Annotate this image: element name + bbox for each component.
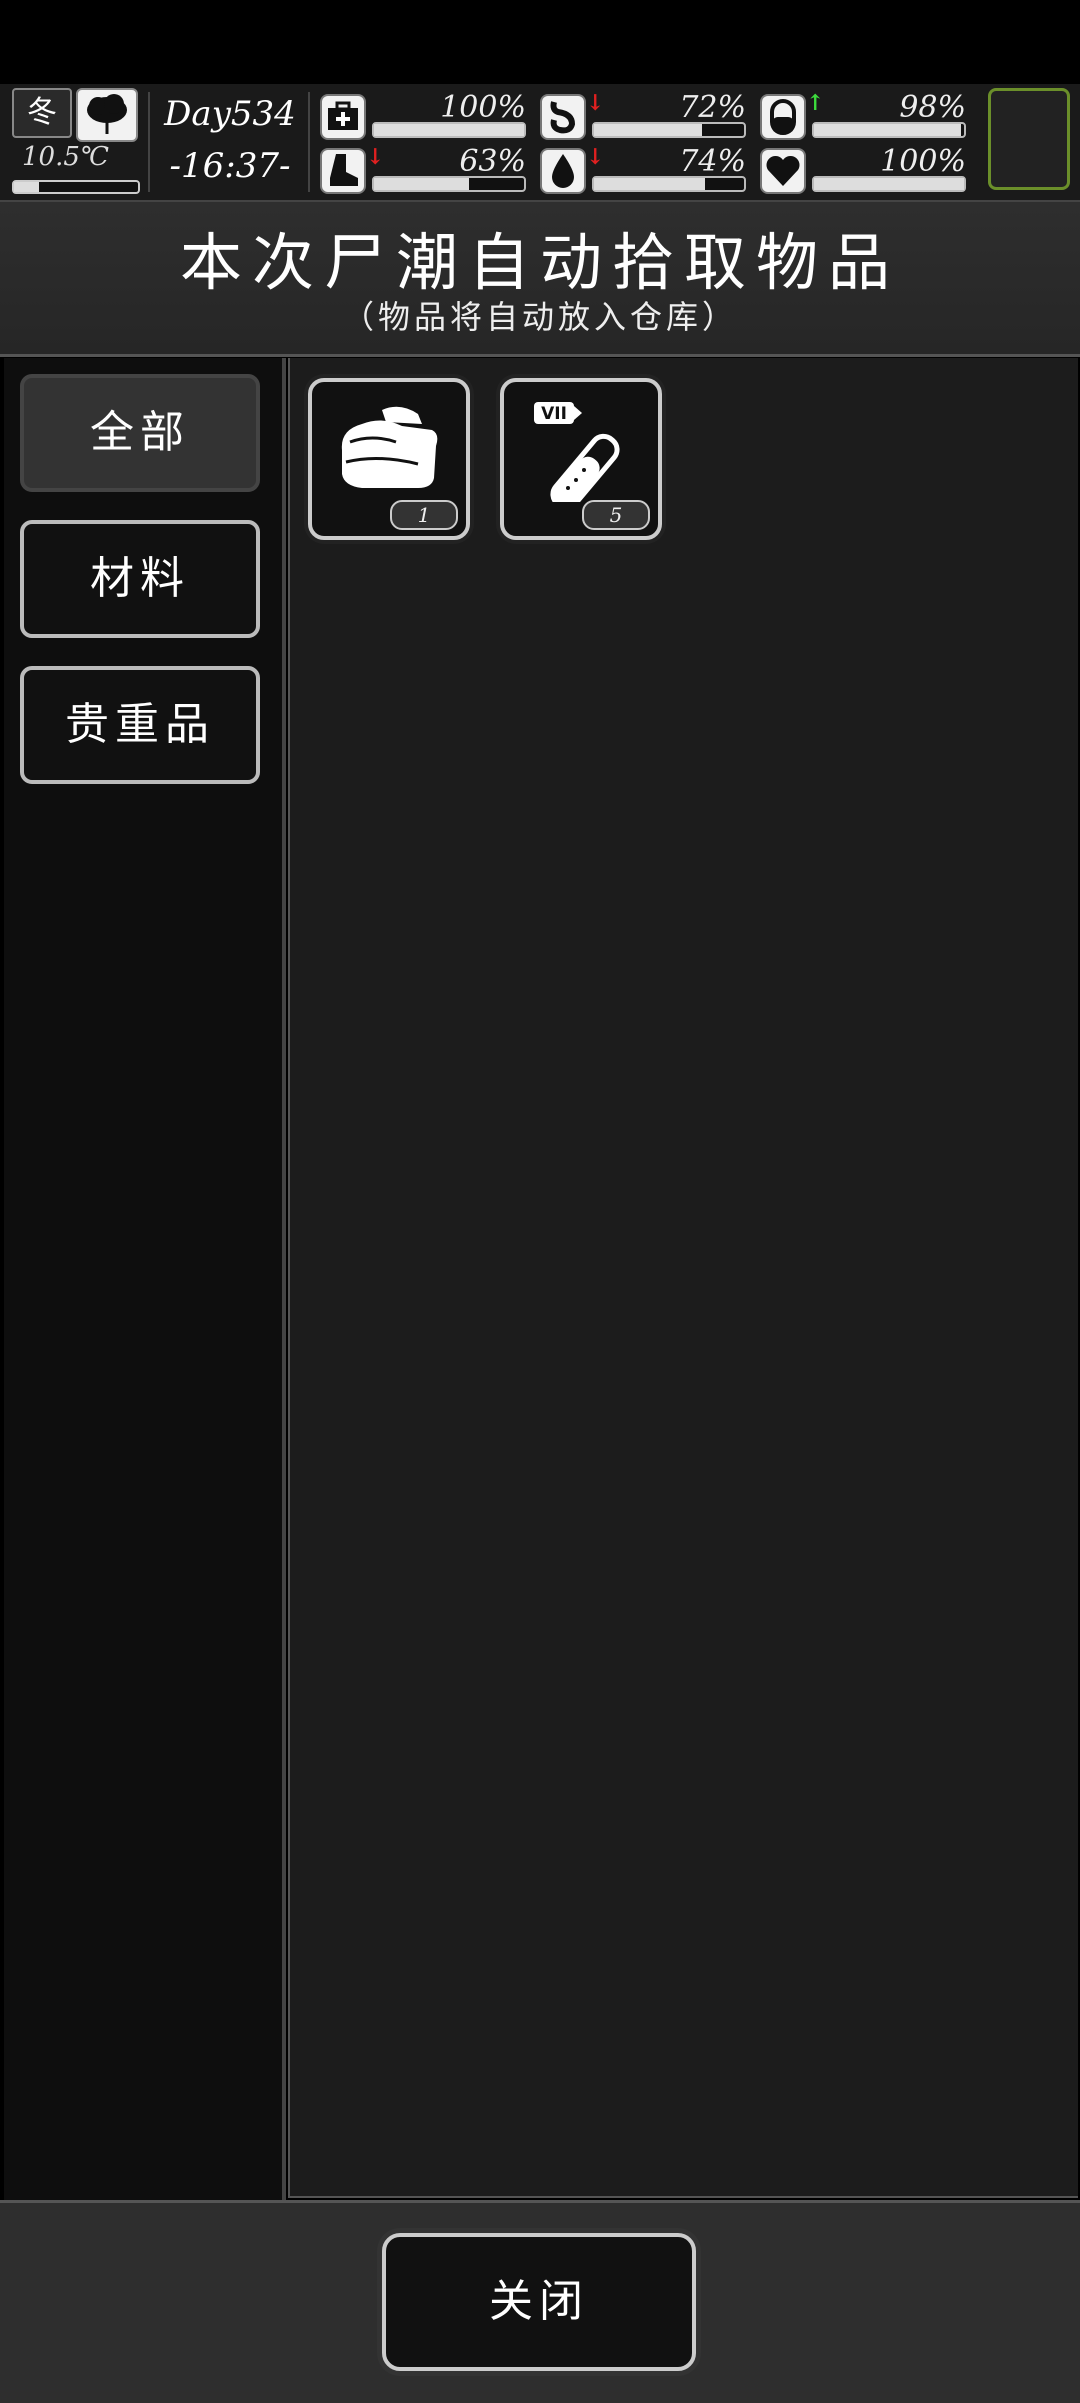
season-indicator: 冬 <box>12 88 72 138</box>
status-bar: 冬 10.5℃ Day534 -16:37- 100% ↓ 72% ↑ 98% … <box>0 84 1080 202</box>
heart-icon <box>760 148 806 194</box>
stat-value: 100% <box>440 90 526 125</box>
day-counter: Day534 <box>164 94 296 134</box>
item-tag: VII <box>541 404 567 424</box>
item-count-badge: 5 <box>582 500 650 530</box>
pill-icon <box>760 94 806 140</box>
stat-mood: 100% <box>760 144 970 196</box>
stat-stamina: ↓ 63% <box>320 144 530 196</box>
stat-value: 72% <box>679 90 746 125</box>
cloud-icon <box>76 88 138 142</box>
tab-materials[interactable]: 材料 <box>20 520 260 638</box>
item-count-badge: 1 <box>390 500 458 530</box>
stomach-icon <box>540 94 586 140</box>
category-sidebar: 全部 材料 贵重品 <box>4 358 286 2200</box>
item-grid: 1 VII 5 <box>288 358 1078 2198</box>
tab-all[interactable]: 全部 <box>20 374 260 492</box>
dialog-footer: 关闭 <box>0 2200 1080 2403</box>
dialog-header: 本次尸潮自动拾取物品 （物品将自动放入仓库） <box>0 202 1080 357</box>
game-time: -16:37- <box>169 146 291 186</box>
stat-value: 98% <box>899 90 966 125</box>
character-portrait[interactable] <box>988 88 1070 190</box>
stat-immunity: ↑ 98% <box>760 90 970 142</box>
test-tube-icon: VII <box>534 402 620 502</box>
season-label: 冬 <box>27 95 57 130</box>
water-drop-icon <box>540 148 586 194</box>
stat-value: 74% <box>679 144 746 179</box>
stat-value: 100% <box>880 144 966 179</box>
page-title: 本次尸潮自动拾取物品 <box>179 226 900 299</box>
medkit-icon <box>320 94 366 140</box>
stat-value: 63% <box>459 144 526 179</box>
stat-thirst: ↓ 74% <box>540 144 750 196</box>
boot-icon <box>320 148 366 194</box>
tab-valuables[interactable]: 贵重品 <box>20 666 260 784</box>
item-slot-test-tube[interactable]: VII 5 <box>500 378 662 540</box>
close-button[interactable]: 关闭 <box>382 2233 696 2371</box>
stat-trend-arrow: ↓ <box>586 90 605 116</box>
page-subtitle: （物品将自动放入仓库） <box>341 298 738 336</box>
temperature-bar <box>12 180 140 194</box>
folded-cloth-icon <box>341 406 438 488</box>
stat-trend-arrow: ↓ <box>366 144 385 170</box>
stat-hunger: ↓ 72% <box>540 90 750 142</box>
temperature: 10.5℃ <box>22 142 109 172</box>
stat-trend-arrow: ↑ <box>806 90 825 116</box>
stat-health: 100% <box>320 90 530 142</box>
item-slot-cloth[interactable]: 1 <box>308 378 470 540</box>
stat-trend-arrow: ↓ <box>586 144 605 170</box>
